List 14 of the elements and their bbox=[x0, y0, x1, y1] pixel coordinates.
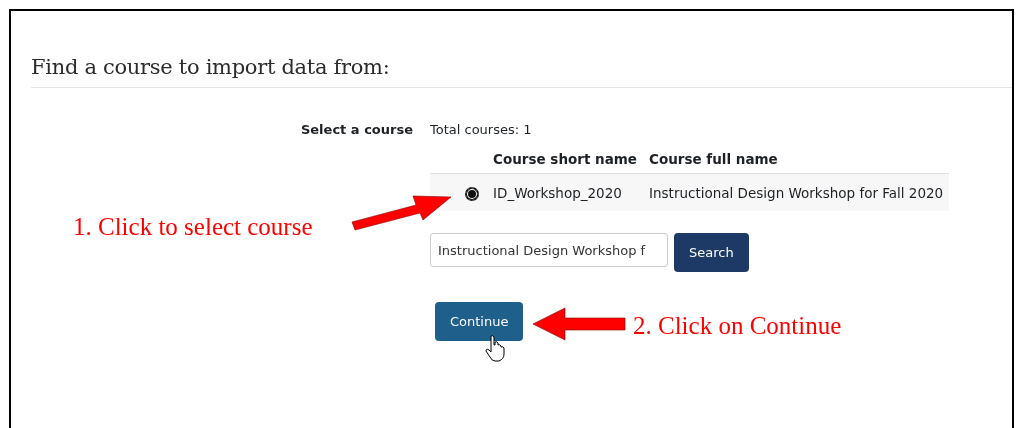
hand-cursor-icon bbox=[485, 335, 505, 362]
continue-button[interactable]: Continue bbox=[435, 302, 524, 341]
annotation-text: 1. Click to select course bbox=[73, 213, 313, 241]
annotation-text: 2. Click on Continue bbox=[633, 312, 842, 340]
field-label: Select a course bbox=[299, 121, 414, 137]
table-cell: ID_Workshop_2020 bbox=[487, 173, 644, 211]
column-header: Course full name bbox=[643, 145, 950, 174]
page-heading: Find a course to import data from: bbox=[31, 55, 1012, 88]
search-field[interactable]: Instructional Design Workshop f bbox=[430, 233, 668, 267]
column-header: Course short name bbox=[487, 145, 644, 174]
total-courses: Total courses: 1 bbox=[430, 121, 532, 137]
search-button[interactable]: Search bbox=[674, 233, 749, 272]
table-cell: Instructional Design Workshop for Fall 2020 bbox=[643, 173, 950, 211]
radio-button[interactable] bbox=[465, 186, 479, 201]
